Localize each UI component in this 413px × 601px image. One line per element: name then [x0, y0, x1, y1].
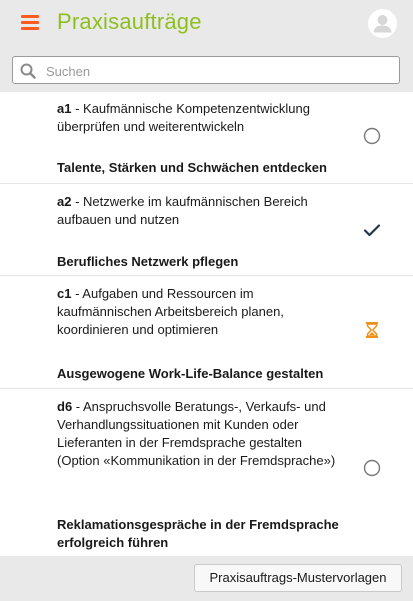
item-subtitle: Berufliches Netzwerk pflegen [57, 254, 239, 269]
item-subtitle: Ausgewogene Work-Life-Balance gestalten [57, 366, 324, 381]
item-code: c1 [57, 286, 72, 301]
search-input[interactable] [44, 60, 388, 82]
item-code: d6 [57, 399, 73, 414]
user-avatar-icon[interactable] [368, 9, 397, 38]
empty-circle-icon [363, 127, 381, 145]
list-item[interactable]: a2 - Netzwerke im kaufmännischen Bereich… [0, 184, 413, 276]
app-header: Praxisaufträge [0, 0, 413, 46]
list-item[interactable]: d6 - Anspruchsvolle Beratungs-, Verkaufs… [0, 389, 413, 556]
item-code: a2 [57, 194, 72, 209]
item-description: c1 - Aufgaben und Ressourcen im kaufmänn… [57, 285, 347, 339]
empty-circle-icon [363, 459, 381, 477]
page-title: Praxisaufträge [57, 9, 202, 34]
hamburger-menu-icon[interactable] [21, 14, 39, 30]
item-code: a1 [57, 101, 72, 116]
item-description: a2 - Netzwerke im kaufmännischen Bereich… [57, 193, 347, 229]
search-field [12, 56, 400, 84]
hourglass-icon [366, 322, 378, 338]
item-description: a1 - Kaufmännische Kompetenzentwicklung … [57, 100, 347, 136]
item-description: d6 - Anspruchsvolle Beratungs-, Verkaufs… [57, 398, 347, 470]
item-subtitle: Reklamationsgespräche in der Fremdsprach… [57, 517, 339, 550]
checkmark-icon [363, 224, 381, 237]
item-text: - Aufgaben und Ressourcen im kaufmännisc… [57, 286, 284, 337]
item-text: - Kaufmännische Kompetenzentwicklung übe… [57, 101, 310, 134]
footer-bar: Praxisauftrags-Mustervorlagen [0, 556, 413, 601]
item-text: - Netzwerke im kaufmännischen Bereich au… [57, 194, 308, 227]
item-text: - Anspruchsvolle Beratungs-, Verkaufs- u… [57, 399, 336, 468]
item-subtitle: Talente, Stärken und Schwächen entdecken [57, 160, 327, 175]
list-item[interactable]: a1 - Kaufmännische Kompetenzentwicklung … [0, 92, 413, 184]
templates-button[interactable]: Praxisauftrags-Mustervorlagen [194, 564, 402, 592]
assignment-list: a1 - Kaufmännische Kompetenzentwicklung … [0, 92, 413, 556]
search-icon [20, 63, 36, 79]
search-bar [0, 46, 413, 92]
list-item[interactable]: c1 - Aufgaben und Ressourcen im kaufmänn… [0, 276, 413, 389]
